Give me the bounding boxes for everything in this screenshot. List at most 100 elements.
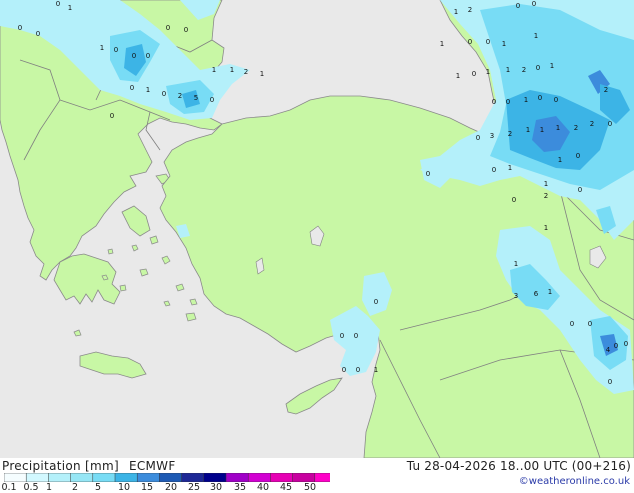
cell-label: 0 (132, 52, 136, 60)
cell-label: 0 (588, 320, 592, 328)
cell-label: 0 (608, 378, 612, 386)
cell-label: 0 (18, 24, 22, 32)
copyright-link[interactable]: ©weatheronline.co.uk (519, 476, 630, 487)
colorbar-tick-label: 25 (187, 482, 201, 493)
cell-label: 2 (244, 68, 248, 76)
colorbar-segment (247, 473, 272, 482)
cell-label: 0 (166, 24, 170, 32)
cell-label: 1 (526, 126, 530, 134)
colorbar (4, 473, 330, 482)
cell-label: 0 (536, 64, 540, 72)
cell-label: 1 (502, 40, 506, 48)
colorbar-segment (314, 473, 330, 482)
colorbar-segment (136, 473, 161, 482)
cell-label: 0 (506, 98, 510, 106)
cell-label: 1 (534, 32, 538, 40)
model-name: ECMWF (128, 459, 176, 473)
cell-label: 1 (440, 40, 444, 48)
cell-label: 2 (178, 92, 182, 100)
cell-label: 1 (68, 4, 72, 12)
cell-label: 2 (544, 192, 548, 200)
colorbar-tick-label: 50 (303, 482, 317, 493)
cell-label: 0 (36, 30, 40, 38)
legend-title: Precipitation [mm] ECMWF (2, 459, 176, 473)
cell-label: 1 (548, 288, 552, 296)
cell-label: 0 (538, 94, 542, 102)
colorbar-tick-label: 45 (279, 482, 293, 493)
colorbar-tick-label: 2 (71, 482, 79, 493)
cell-label: 0 (472, 70, 476, 78)
colorbar-segment (25, 473, 50, 482)
colorbar-segment (159, 473, 183, 482)
cell-label: 1 (550, 62, 554, 70)
cell-label: 0 (210, 96, 214, 104)
cell-label: 1 (146, 86, 150, 94)
cell-label: 0 (532, 0, 536, 8)
cell-label: 0 (576, 152, 580, 160)
cell-label: 1 (544, 224, 548, 232)
colorbar-tick-label: 40 (256, 482, 270, 493)
cell-label: 0 (162, 90, 166, 98)
cell-label: 3 (514, 292, 518, 300)
cell-label: 0 (476, 134, 480, 142)
cell-label: 1 (558, 156, 562, 164)
cell-label: 0 (130, 84, 134, 92)
precipitation-map[interactable]: 0 1 0 0 0 0 0 1 0 0 0 1 0 1 1 2 1 2 5 0 (0, 0, 634, 458)
cell-label: 1 (212, 66, 216, 74)
cell-label: 0 (554, 96, 558, 104)
cell-label: 1 (100, 44, 104, 52)
cell-label: 1 (374, 366, 378, 374)
cell-label: 0 (340, 332, 344, 340)
colorbar-segment (4, 473, 27, 482)
cell-label: 1 (544, 180, 548, 188)
cell-label: 0 (512, 196, 516, 204)
cell-label: 5 (194, 94, 198, 102)
cell-label: 2 (468, 6, 472, 14)
colorbar-tick-label: 10 (117, 482, 131, 493)
cell-label: 0 (468, 38, 472, 46)
colorbar-tick-label: 15 (140, 482, 154, 493)
cell-label: 0 (146, 52, 150, 60)
colorbar-tick-label: 35 (233, 482, 247, 493)
weather-map-app: 0 1 0 0 0 0 0 1 0 0 0 1 0 1 1 2 1 2 5 0 (0, 0, 634, 493)
cell-label: 0 (356, 366, 360, 374)
colorbar-segment (92, 473, 116, 482)
cell-label: 1 (508, 164, 512, 172)
cell-label: 0 (114, 46, 118, 54)
cell-label: 1 (486, 68, 490, 76)
run-time: Tu 28-04-2026 18..00 UTC (00+216) (406, 459, 631, 473)
cell-label: 0 (354, 332, 358, 340)
cell-label: 1 (260, 70, 264, 78)
colorbar-tick-label: 1 (45, 482, 53, 493)
cell-label: 1 (540, 126, 544, 134)
cell-label: 2 (590, 120, 594, 128)
cell-label: 1 (454, 8, 458, 16)
cell-label: 0 (578, 186, 582, 194)
cell-label: 0 (56, 0, 60, 8)
legend-bar: Precipitation [mm] ECMWF Tu 28-04-2026 18… (0, 458, 634, 493)
cell-label: 0 (492, 166, 496, 174)
cell-label: 1 (514, 260, 518, 268)
cell-label: 6 (534, 290, 539, 298)
cell-label: 2 (574, 124, 578, 132)
cell-label: 1 (230, 66, 234, 74)
cell-label: 1 (506, 66, 510, 74)
cell-label: 0 (184, 26, 188, 34)
colorbar-segment (114, 473, 138, 482)
cell-label: 1 (556, 124, 560, 132)
cell-label: 1 (524, 96, 528, 104)
colorbar-segment (225, 473, 249, 482)
cell-label: 3 (490, 132, 494, 140)
colorbar-segment (181, 473, 205, 482)
cell-label: 0 (570, 320, 574, 328)
cell-label: 0 (624, 340, 628, 348)
cell-label: 2 (508, 130, 512, 138)
colorbar-segment (270, 473, 294, 482)
colorbar-tick-label: 5 (94, 482, 102, 493)
cell-label: 1 (456, 72, 460, 80)
cell-label: 0 (614, 342, 618, 350)
colorbar-segment (292, 473, 316, 482)
cell-label: 0 (342, 366, 346, 374)
cell-label: 0 (426, 170, 430, 178)
cell-label: 0 (374, 298, 378, 306)
